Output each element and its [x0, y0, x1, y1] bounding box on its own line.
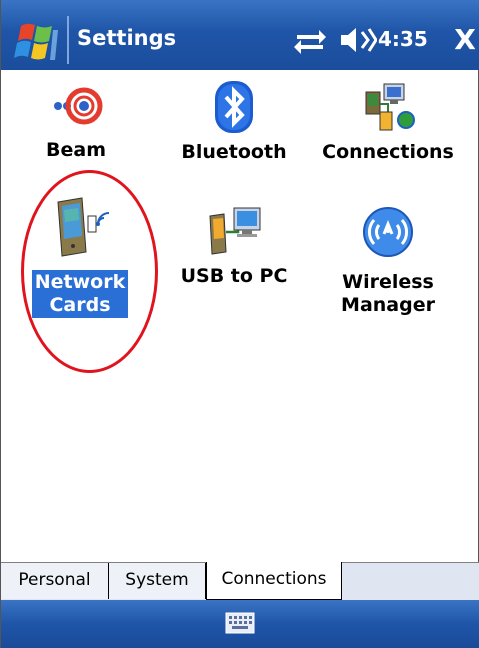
connections-icon	[365, 83, 415, 131]
tab-personal[interactable]: Personal	[1, 563, 109, 599]
usb-to-pc-label: USB to PC	[180, 265, 288, 287]
title-separator	[67, 16, 69, 64]
beam-item[interactable]: Beam	[1, 80, 151, 163]
bluetooth-icon	[215, 81, 253, 133]
wireless-manager-label-line1: Wireless	[342, 271, 434, 293]
tab-strip: Personal System Connections	[1, 562, 479, 601]
volume-icon[interactable]	[339, 26, 377, 54]
device-screen: Settings 4:35 X Beam Bluetooth Connectio…	[0, 0, 479, 648]
highlight-circle	[21, 170, 158, 373]
connections-label: Connections	[322, 141, 454, 163]
connectivity-icon[interactable]	[293, 25, 327, 55]
clock[interactable]: 4:35	[378, 27, 428, 51]
usb-to-pc-icon	[209, 207, 261, 255]
beam-label: Beam	[46, 139, 106, 161]
menu-bar	[1, 600, 479, 648]
bluetooth-label: Bluetooth	[181, 141, 287, 163]
beam-icon	[54, 87, 103, 125]
wireless-manager-label: Wireless Manager	[338, 270, 438, 318]
close-button[interactable]: X	[450, 24, 479, 56]
wireless-manager-label-line2: Manager	[341, 294, 435, 316]
windows-start-icon[interactable]	[11, 20, 63, 64]
keyboard-icon[interactable]	[225, 612, 255, 634]
wireless-manager-item[interactable]: Wireless Manager	[313, 206, 463, 318]
tab-connections[interactable]: Connections	[206, 562, 342, 600]
tab-system[interactable]: System	[109, 563, 206, 599]
connections-item[interactable]: Connections	[313, 80, 463, 165]
app-title: Settings	[77, 26, 177, 50]
bluetooth-item[interactable]: Bluetooth	[159, 80, 309, 165]
usb-to-pc-item[interactable]: USB to PC	[159, 206, 309, 289]
wireless-manager-icon	[363, 207, 413, 257]
title-bar: Settings 4:35 X	[1, 0, 479, 70]
